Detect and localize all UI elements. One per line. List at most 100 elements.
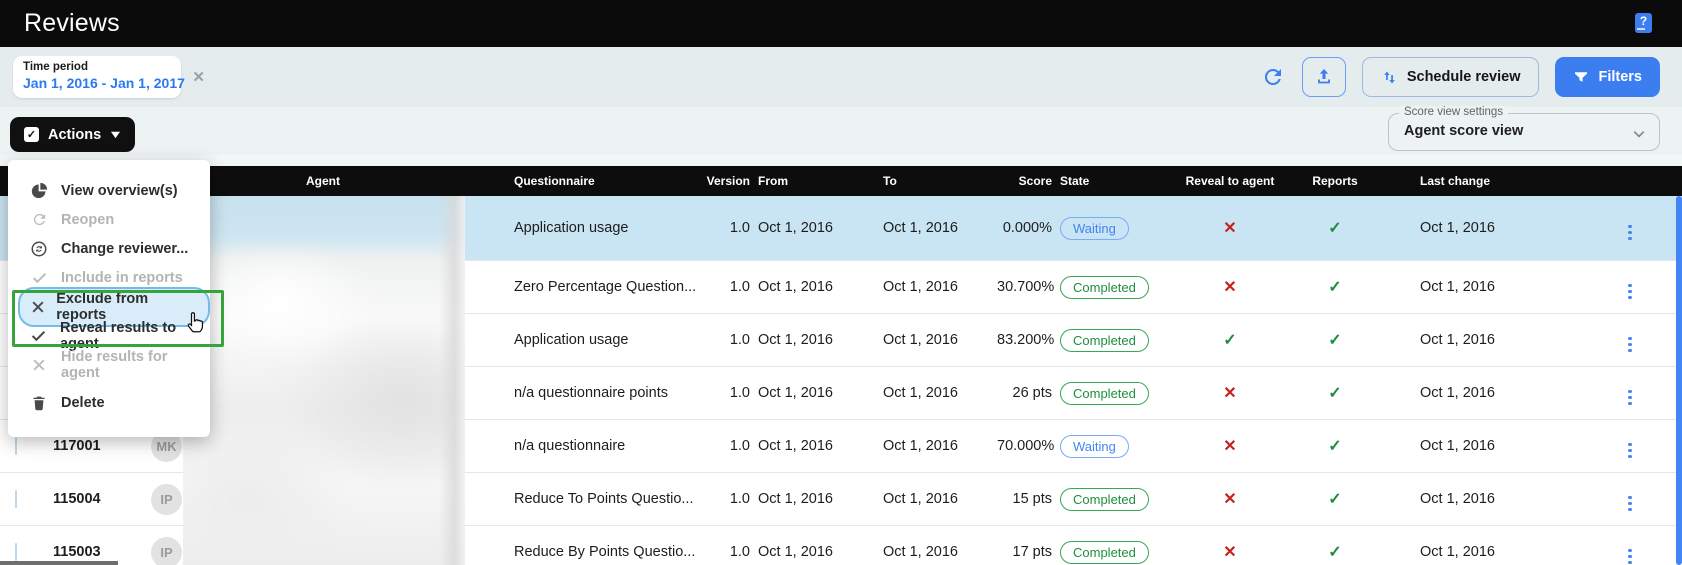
- score-cell: 17 pts: [997, 544, 1052, 560]
- filter-toolbar: Time period Jan 1, 2016 - Jan 1, 2017 ✕: [0, 47, 1682, 107]
- from-cell: Oct 1, 2016: [750, 279, 875, 295]
- version-cell: 1.0: [704, 544, 750, 560]
- reviews-page: Reviews ? Time period Jan 1, 2016 - Jan …: [0, 0, 1682, 565]
- avatar-cell: IP: [140, 484, 196, 515]
- time-period-chip[interactable]: Time period Jan 1, 2016 - Jan 1, 2017 ✕: [13, 56, 181, 98]
- to-cell: Oct 1, 2016: [875, 491, 997, 507]
- kebab-menu-icon[interactable]: [1628, 225, 1632, 241]
- filters-label: Filters: [1598, 69, 1642, 85]
- export-button[interactable]: [1302, 57, 1346, 97]
- column-header-version: Version: [704, 174, 750, 188]
- score-cell: 83.200%: [997, 332, 1052, 348]
- help-icon[interactable]: ?: [1635, 13, 1652, 33]
- row-checkbox[interactable]: [15, 543, 17, 561]
- avatar-cell: IP: [140, 537, 196, 565]
- table-body: Application usage1.0Oct 1, 2016Oct 1, 20…: [0, 196, 1682, 565]
- avatar: IP: [151, 537, 182, 565]
- to-cell: Oct 1, 2016: [875, 332, 997, 348]
- reveal-to-agent-cell: ✕: [1184, 218, 1276, 238]
- kebab-menu-icon[interactable]: [1628, 337, 1632, 353]
- kebab-menu-icon[interactable]: [1628, 443, 1632, 459]
- menu-item-delete[interactable]: Delete: [8, 388, 210, 417]
- check-icon: ✓: [1328, 220, 1341, 237]
- vertical-scrollbar[interactable]: [1676, 196, 1682, 565]
- time-period-value: Jan 1, 2016 - Jan 1, 2017: [23, 74, 171, 92]
- row-select-cell: [0, 544, 44, 560]
- close-icon[interactable]: ✕: [192, 68, 205, 86]
- questionnaire-cell: Zero Percentage Question...: [506, 279, 704, 295]
- state-cell: Completed: [1052, 382, 1184, 405]
- reports-cell: ✓: [1276, 436, 1394, 456]
- questionnaire-cell: n/a questionnaire: [506, 438, 704, 454]
- reports-cell: ✓: [1276, 542, 1394, 562]
- menu-item-view-overview-s[interactable]: View overview(s): [8, 176, 210, 205]
- menu-item-label: Change reviewer...: [61, 241, 188, 257]
- questionnaire-cell: Application usage: [506, 332, 704, 348]
- row-actions-cell: [1544, 216, 1682, 240]
- version-cell: 1.0: [704, 491, 750, 507]
- table-row: Application usage1.0 Oct 1, 2016 Oct 1, 20…: [0, 196, 1682, 261]
- refresh-icon[interactable]: [1260, 64, 1286, 90]
- table-row: n/a questionnaire points1.0Oct 1, 2016Oc…: [0, 367, 1682, 420]
- check-icon: ✓: [1328, 279, 1341, 296]
- questionnaire-cell: n/a questionnaire points: [506, 385, 704, 401]
- chevron-down-icon: [1631, 126, 1647, 142]
- last-change-cell: Oct 1, 2016: [1394, 332, 1544, 348]
- score-view-select[interactable]: Score view settings Agent score view: [1388, 113, 1660, 151]
- column-header-score: Score: [997, 174, 1052, 188]
- row-actions-cell: [1544, 487, 1682, 511]
- questionnaire-cell: Application usage: [506, 220, 704, 236]
- column-header-last_change: Last change: [1394, 174, 1544, 188]
- row-select-cell: [0, 491, 44, 507]
- trash-icon: [30, 394, 48, 412]
- kebab-menu-icon[interactable]: [1628, 496, 1632, 512]
- score-cell: 15 pts: [997, 491, 1052, 507]
- column-header-to: To: [875, 174, 997, 188]
- cross-icon: ✕: [1223, 491, 1236, 508]
- state-cell: Waiting: [1052, 435, 1184, 458]
- version-cell: 1.0: [704, 279, 750, 295]
- check-icon: ✓: [1328, 438, 1341, 455]
- actions-button[interactable]: ✓ Actions ▼: [10, 117, 135, 152]
- kebab-menu-icon[interactable]: [1628, 390, 1632, 406]
- cross-icon: ✕: [1223, 220, 1236, 237]
- page-title: Reviews: [24, 9, 120, 38]
- row-select-cell: [0, 438, 44, 454]
- menu-item-reopen: Reopen: [8, 205, 210, 234]
- reports-cell: ✓: [1276, 218, 1394, 238]
- filters-button[interactable]: Filters: [1555, 57, 1660, 97]
- funnel-icon: [1573, 69, 1589, 85]
- check-icon: ✓: [1223, 332, 1236, 349]
- schedule-review-label: Schedule review: [1407, 69, 1521, 85]
- state-badge: Waiting: [1060, 435, 1129, 458]
- check-icon: ✓: [1328, 332, 1341, 349]
- sort-arrows-icon: [1381, 69, 1398, 86]
- check-icon: ✓: [1328, 544, 1341, 561]
- row-actions-cell: [1544, 381, 1682, 405]
- last-change-cell: Oct 1, 2016: [1394, 220, 1544, 236]
- last-change-cell: Oct 1, 2016: [1394, 491, 1544, 507]
- horizontal-scrollbar[interactable]: [0, 561, 118, 565]
- state-cell: Completed: [1052, 541, 1184, 564]
- kebab-menu-icon[interactable]: [1628, 549, 1632, 565]
- cursor-hand-icon: [183, 310, 209, 336]
- to-cell: Oct 1, 2016: [875, 220, 997, 236]
- row-checkbox[interactable]: [15, 437, 17, 455]
- row-actions-cell: [1544, 540, 1682, 564]
- questionnaire-cell: Reduce By Points Questio...: [506, 544, 704, 560]
- row-checkbox[interactable]: [15, 490, 17, 508]
- schedule-review-button[interactable]: Schedule review: [1362, 57, 1540, 97]
- from-cell: Oct 1, 2016: [750, 544, 875, 560]
- kebab-menu-icon[interactable]: [1628, 284, 1632, 300]
- close-icon: [30, 356, 48, 374]
- cross-icon: ✕: [1223, 438, 1236, 455]
- menu-item-change-reviewer[interactable]: Change reviewer...: [8, 234, 210, 263]
- version-cell: 1.0: [704, 220, 750, 236]
- version-cell: 1.0: [704, 332, 750, 348]
- menu-item-label: View overview(s): [61, 183, 178, 199]
- score-view-value: Agent score view: [1404, 123, 1523, 139]
- column-header-state: State: [1052, 174, 1184, 188]
- state-badge: Completed: [1060, 488, 1149, 511]
- agent-id: 115004: [44, 491, 140, 507]
- cross-icon: ✕: [1223, 385, 1236, 402]
